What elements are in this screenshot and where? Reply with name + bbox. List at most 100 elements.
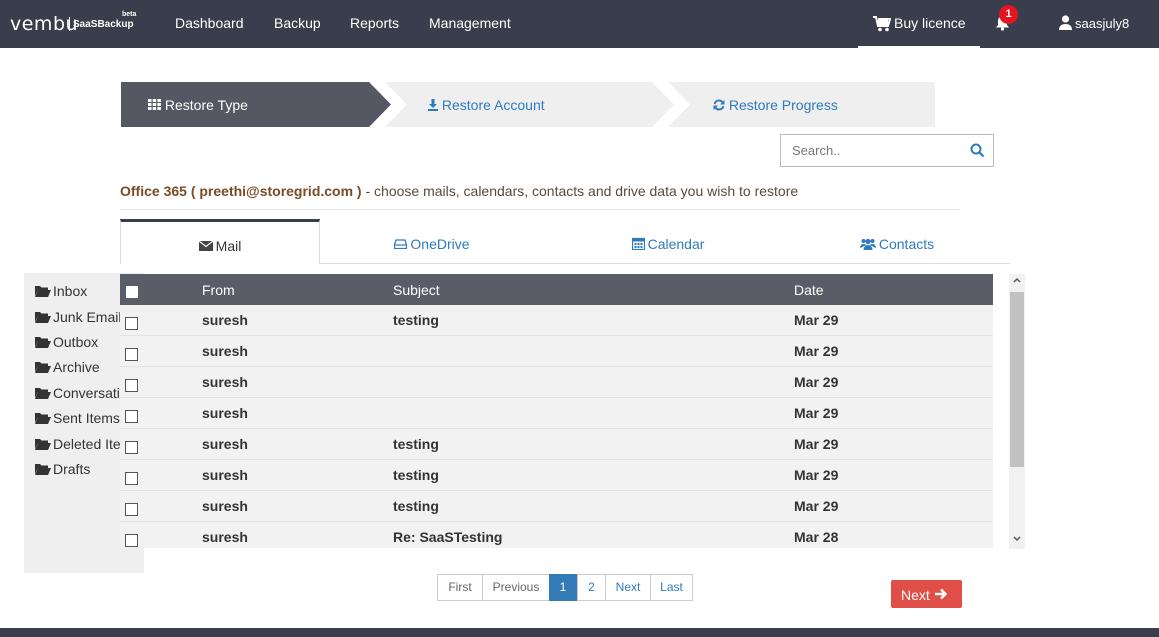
folder-deleted-items[interactable]: Deleted Ite <box>35 436 121 456</box>
folder-label: Archive <box>53 359 100 375</box>
row-from: suresh <box>202 498 248 514</box>
tab-contacts-label: Contacts <box>878 236 935 252</box>
nav-dashboard[interactable]: Dashboard <box>175 15 244 31</box>
folder-outbox[interactable]: Outbox <box>35 334 98 354</box>
header-date[interactable]: Date <box>794 282 824 298</box>
search-input[interactable] <box>781 135 961 166</box>
tab-onedrive-label: OneDrive <box>410 236 470 252</box>
row-checkbox[interactable] <box>125 441 138 454</box>
page-next[interactable]: Next <box>605 574 651 601</box>
buy-licence-button[interactable]: Buy licence <box>858 0 980 48</box>
folder-open-icon <box>35 362 51 373</box>
folder-label: Deleted Ite <box>53 436 121 452</box>
table-row[interactable]: suresh testing Mar 29 <box>120 305 993 336</box>
nav-backup[interactable]: Backup <box>274 15 321 31</box>
tab-contacts[interactable]: Contacts <box>797 221 997 264</box>
folder-label: Sent Items <box>53 410 120 426</box>
search-icon[interactable] <box>970 143 985 158</box>
table-scrollbar[interactable] <box>1009 274 1025 549</box>
folder-sent-items[interactable]: Sent Items <box>35 410 120 430</box>
top-navbar: vembu SaaSBackup beta Dashboard Backup R… <box>0 0 1159 48</box>
table-row[interactable]: suresh Mar 29 <box>120 398 993 429</box>
username: saasjuly8 <box>1075 16 1130 31</box>
row-checkbox[interactable] <box>125 317 138 330</box>
row-checkbox[interactable] <box>125 348 138 361</box>
folder-drafts[interactable]: Drafts <box>35 461 90 481</box>
row-checkbox[interactable] <box>125 503 138 516</box>
refresh-icon <box>713 99 725 111</box>
tab-mail-label: Mail <box>215 238 242 254</box>
scroll-up-icon[interactable] <box>1013 277 1021 283</box>
table-row[interactable]: suresh Mar 29 <box>120 367 993 398</box>
next-button-label: Next <box>901 587 930 603</box>
header-from[interactable]: From <box>202 282 235 298</box>
row-checkbox[interactable] <box>125 472 138 485</box>
tab-calendar-label: Calendar <box>647 236 705 252</box>
row-subject: testing <box>393 498 439 514</box>
row-checkbox[interactable] <box>125 379 138 392</box>
page-2[interactable]: 2 <box>577 574 606 601</box>
step-restore-account-content: Restore Account <box>385 82 675 127</box>
row-date: Mar 29 <box>794 467 839 483</box>
download-icon <box>428 99 438 111</box>
folder-archive[interactable]: Archive <box>35 359 100 379</box>
row-date: Mar 29 <box>794 312 839 328</box>
nav-management[interactable]: Management <box>429 15 511 31</box>
folder-junk-email[interactable]: Junk Email <box>35 309 121 329</box>
step-restore-progress-content: Restore Progress <box>668 82 935 127</box>
scroll-thumb[interactable] <box>1010 292 1024 467</box>
select-all-checkbox[interactable] <box>126 286 138 298</box>
user-menu[interactable]: saasjuly8 <box>1059 15 1129 31</box>
table-row[interactable]: suresh Re: SaaSTesting Mar 28 <box>120 522 993 548</box>
arrow-right-icon <box>935 588 948 600</box>
hdd-icon <box>394 239 408 250</box>
folder-conversation[interactable]: Conversati <box>35 385 120 405</box>
folder-inbox[interactable]: Inbox <box>35 283 87 303</box>
table-row[interactable]: suresh Mar 29 <box>120 336 993 367</box>
step-restore-type-label: Restore Type <box>164 97 248 113</box>
next-button[interactable]: Next <box>891 580 962 608</box>
row-from: suresh <box>202 436 248 452</box>
mail-table: From Subject Date suresh testing Mar 29 … <box>120 274 993 548</box>
tab-calendar[interactable]: Calendar <box>568 221 768 264</box>
page-last[interactable]: Last <box>650 574 693 601</box>
scroll-down-icon[interactable] <box>1013 536 1021 542</box>
row-subject: Re: SaaSTesting <box>393 529 503 545</box>
table-row[interactable]: suresh testing Mar 29 <box>120 491 993 522</box>
description-text: - choose mails, calendars, contacts and … <box>361 183 799 199</box>
notification-badge: 1 <box>999 5 1018 24</box>
row-checkbox[interactable] <box>125 410 138 423</box>
table-row[interactable]: suresh testing Mar 29 <box>120 429 993 460</box>
step-restore-account-label: Restore Account <box>441 97 545 113</box>
footer-bar <box>0 628 1159 637</box>
table-row[interactable]: suresh testing Mar 29 <box>120 460 993 491</box>
row-date: Mar 29 <box>794 498 839 514</box>
page-1[interactable]: 1 <box>549 574 577 601</box>
row-subject: testing <box>393 467 439 483</box>
folder-label: Outbox <box>53 334 99 350</box>
folder-label: Inbox <box>53 283 88 299</box>
header-subject[interactable]: Subject <box>393 282 440 298</box>
search-box <box>780 134 994 167</box>
product-name: SaaSBackup <box>73 19 134 30</box>
page-previous[interactable]: Previous <box>482 574 550 601</box>
folder-label: Drafts <box>53 461 91 477</box>
folder-open-icon <box>35 464 51 475</box>
row-checkbox[interactable] <box>125 534 138 547</box>
folder-open-icon <box>35 439 51 450</box>
account-name: Office 365 ( preethi@storegrid.com ) <box>120 183 362 199</box>
logo-text: vembu <box>10 13 79 35</box>
tab-mail[interactable]: Mail <box>120 219 320 264</box>
tab-underline <box>319 263 1010 264</box>
folder-open-icon <box>35 286 51 297</box>
step-restore-type-content: Restore Type <box>121 82 391 127</box>
page-first[interactable]: First <box>437 574 483 601</box>
nav-reports[interactable]: Reports <box>350 15 399 31</box>
folder-open-icon <box>35 312 51 323</box>
row-date: Mar 29 <box>794 343 839 359</box>
table-header: From Subject Date <box>120 274 993 305</box>
folder-label: Conversati <box>53 385 120 401</box>
row-subject: testing <box>393 312 439 328</box>
row-from: suresh <box>202 405 248 421</box>
tab-onedrive[interactable]: OneDrive <box>332 221 532 264</box>
